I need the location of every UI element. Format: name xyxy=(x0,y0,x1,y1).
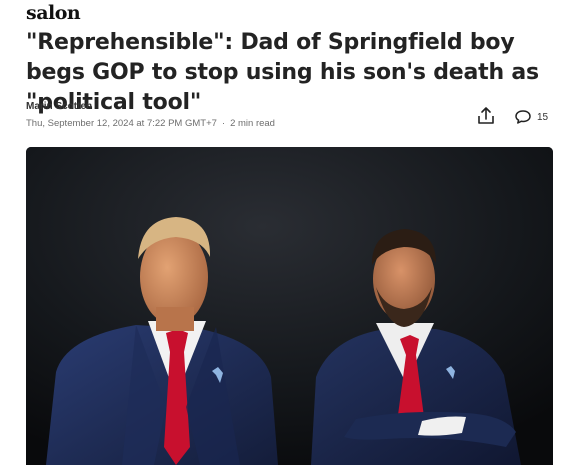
share-button[interactable] xyxy=(476,106,496,126)
read-time: 2 min read xyxy=(230,118,275,129)
article-hero-image[interactable] xyxy=(26,147,553,465)
comment-icon xyxy=(515,110,531,124)
site-logo[interactable]: salon xyxy=(26,2,81,24)
article-meta: Thu, September 12, 2024 at 7:22 PM GMT+7… xyxy=(26,118,275,129)
share-icon xyxy=(478,107,494,124)
hero-photo xyxy=(26,147,553,465)
meta-separator: · xyxy=(221,118,226,129)
publish-date: Thu, September 12, 2024 at 7:22 PM GMT+7 xyxy=(26,118,217,129)
author-name[interactable]: Marin Scotten xyxy=(26,101,92,112)
comments-button[interactable]: 15 xyxy=(514,108,548,126)
comment-count: 15 xyxy=(537,111,549,123)
article-headline: "Reprehensible": Dad of Springfield boy … xyxy=(26,30,539,115)
